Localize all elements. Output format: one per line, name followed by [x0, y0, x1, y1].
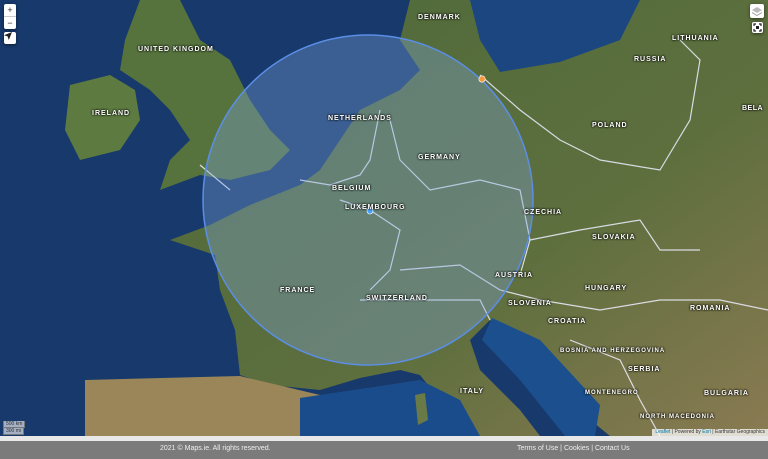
terms-link[interactable]: Terms of Use [517, 445, 558, 452]
label-lithuania: LITHUANIA [672, 35, 719, 42]
label-slovenia: SLOVENIA [508, 300, 552, 307]
footer-links: Terms of Use | Cookies | Contact Us [517, 441, 630, 457]
label-north-macedonia: NORTH MACEDONIA [640, 414, 715, 420]
orange-marker [478, 75, 486, 83]
label-croatia: CROATIA [548, 318, 587, 325]
label-poland: POLAND [592, 122, 628, 129]
label-netherlands: NETHERLANDS [328, 115, 392, 122]
label-romania: ROMANIA [690, 305, 731, 312]
layers-icon [752, 7, 762, 16]
esri-link[interactable]: Esri [702, 429, 711, 435]
cookies-link[interactable]: Cookies [564, 445, 589, 452]
label-slovakia: SLOVAKIA [592, 234, 636, 241]
label-czechia: CZECHIA [524, 209, 563, 216]
layers-button[interactable] [750, 4, 764, 18]
zoom-control: + − [4, 4, 16, 29]
zoom-out-button[interactable]: − [4, 17, 16, 29]
scale-mi: 300 mi [3, 428, 25, 435]
label-united-kingdom: UNITED KINGDOM [138, 46, 214, 53]
contact-link[interactable]: Contact Us [595, 445, 630, 452]
attribution-text: | Powered by [670, 429, 703, 435]
label-russia: RUSSIA [634, 56, 667, 63]
label-hungary: HUNGARY [585, 285, 628, 292]
label-bulgaria: BULGARIA [704, 390, 749, 397]
label-germany: GERMANY [418, 154, 461, 161]
label-denmark: DENMARK [418, 14, 461, 21]
radius-circle [202, 34, 534, 366]
copyright: 2021 © Maps.ie. All rights reserved. [160, 445, 271, 452]
footer: 2021 © Maps.ie. All rights reserved. Ter… [0, 441, 768, 459]
label-belarus: BELA [742, 105, 764, 112]
label-luxembourg: LUXEMBOURG [345, 204, 406, 211]
label-france: FRANCE [280, 287, 316, 294]
navigation-arrow-icon [4, 32, 16, 44]
label-bosnia: BOSNIA AND HERZEGOVINA [560, 348, 666, 354]
satellite-map[interactable]: UNITED KINGDOM IRELAND DENMARK LITHUANIA… [0, 0, 768, 436]
leaflet-link[interactable]: Leaflet [655, 429, 670, 435]
label-ireland: IRELAND [92, 110, 131, 117]
label-austria: AUSTRIA [495, 272, 534, 279]
label-serbia: SERBIA [628, 366, 661, 373]
locate-button[interactable] [4, 32, 16, 44]
label-italy: ITALY [460, 388, 485, 395]
ireland-land [65, 75, 140, 160]
map-attribution: Leaflet | Powered by Esri | Earthstar Ge… [652, 429, 768, 436]
label-switzerland: SWITZERLAND [366, 295, 428, 302]
zoom-in-button[interactable]: + [4, 4, 16, 16]
label-montenegro: MONTENEGRO [585, 390, 639, 396]
label-belgium: BELGIUM [332, 185, 372, 192]
scale-km: 500 km [3, 421, 26, 428]
fullscreen-button[interactable] [752, 22, 763, 33]
attribution-source: | Earthstar Geographics [710, 429, 765, 435]
fullscreen-icon [753, 23, 762, 32]
